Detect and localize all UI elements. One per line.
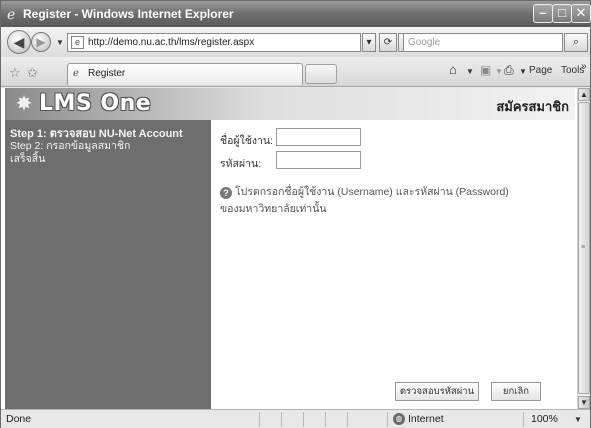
security-zone: Internet <box>408 413 444 425</box>
globe-icon: ◍ <box>393 413 405 425</box>
tab-label: Register <box>88 68 126 79</box>
status-text: Done <box>6 413 32 425</box>
help-icon: ? <box>220 187 232 199</box>
address-url[interactable]: http://demo.nu.ac.th/lms/register.aspx <box>88 37 254 48</box>
home-icon[interactable]: ⌂ <box>449 62 457 77</box>
vertical-scrollbar[interactable]: ▲ ≡ ▼ <box>577 88 590 409</box>
window-title: Register - Windows Internet Explorer <box>23 7 234 21</box>
zoom-dropdown-icon[interactable]: ▼ <box>574 415 582 424</box>
hint-text-line1: โปรดกรอกชื่อผู้ใช้งาน (Username) และรหัส… <box>235 186 509 198</box>
home-dropdown-icon[interactable]: ▼ <box>466 67 474 76</box>
browser-window: ℯ Register - Windows Internet Explorer –… <box>0 0 591 428</box>
print-dropdown-icon[interactable]: ▼ <box>519 67 527 76</box>
refresh-button[interactable]: ⟳ <box>379 33 397 52</box>
scroll-grip-icon: ≡ <box>581 244 586 251</box>
scroll-thumb[interactable]: ≡ <box>578 102 590 394</box>
back-arrow-icon: ◀ <box>13 34 25 50</box>
back-button[interactable]: ◀ <box>7 30 31 54</box>
feeds-dropdown-icon[interactable]: ▼ <box>495 67 503 76</box>
status-divider <box>281 412 282 427</box>
step-3-label: เสร็จสิ้น <box>10 153 46 165</box>
page-title: สมัครสมาชิก <box>496 99 569 114</box>
hint-text-line2: ของมหาวิทยาลัยเท่านั้น <box>220 203 327 215</box>
forward-arrow-icon: ▶ <box>36 35 46 49</box>
new-tab-button[interactable] <box>305 64 337 84</box>
search-icon: ⌕ <box>572 36 580 48</box>
address-bar[interactable]: e http://demo.nu.ac.th/lms/register.aspx <box>67 33 361 52</box>
steps-sidebar: Step 1: ตรวจสอบ NU-Net Account Step 2: ก… <box>5 120 211 409</box>
page-menu-button[interactable]: Page <box>529 65 552 76</box>
print-icon[interactable]: ⎙ <box>504 63 514 78</box>
site-banner: ✸ LMS One สมัครสมาชิก <box>5 88 575 120</box>
status-divider <box>303 412 304 427</box>
status-bar: Done ◍ Internet 100% ▼ <box>1 409 590 428</box>
address-row: ◀ ▶ ▼ e http://demo.nu.ac.th/lms/registe… <box>1 27 590 57</box>
scroll-down-button[interactable]: ▼ <box>578 396 590 409</box>
address-dropdown-button[interactable]: ▾ <box>362 33 376 52</box>
username-label: ชื่อผู้ใช้งาน: <box>220 135 273 147</box>
minimize-button[interactable]: – <box>533 4 553 23</box>
refresh-icon: ⟳ <box>383 37 393 48</box>
tab-register[interactable]: ℯ Register <box>67 63 303 85</box>
scroll-up-button[interactable]: ▲ <box>578 88 590 101</box>
close-button[interactable]: ✕ <box>571 4 591 23</box>
page-content: ✸ LMS One สมัครสมาชิก Step 1: ตรวจสอบ NU… <box>1 88 577 409</box>
username-field[interactable] <box>276 128 361 146</box>
login-form: ชื่อผู้ใช้งาน: รหัสผ่าน: ? โปรดกรอกชื่อผ… <box>211 120 575 409</box>
cancel-button[interactable]: ยกเลิก <box>491 382 541 401</box>
history-dropdown-icon[interactable]: ▼ <box>56 38 64 47</box>
password-field[interactable] <box>276 151 361 169</box>
logo-star-icon: ✸ <box>15 93 33 115</box>
ie-icon: ℯ <box>7 6 16 22</box>
status-divider <box>387 412 388 427</box>
forward-button[interactable]: ▶ <box>31 32 51 52</box>
site-logo: LMS One <box>39 91 152 116</box>
feeds-icon[interactable]: ▣ <box>480 63 491 77</box>
command-bar: ☆ ✩ ℯ Register ⌂ ▼ ▣ ▼ ⎙ ▼ Page Tools » <box>1 57 590 87</box>
password-label: รหัสผ่าน: <box>220 158 262 170</box>
more-commands-icon[interactable]: » <box>581 61 587 72</box>
title-bar: ℯ Register - Windows Internet Explorer –… <box>1 1 591 27</box>
search-placeholder: Google <box>408 37 441 48</box>
maximize-button[interactable]: □ <box>552 4 572 23</box>
status-divider <box>325 412 326 427</box>
favorites-star-icon[interactable]: ☆ <box>9 65 21 81</box>
chevron-down-icon: ▾ <box>366 37 372 48</box>
verify-password-button[interactable]: ตรวจสอบรหัสผ่าน <box>395 382 479 401</box>
add-favorites-icon[interactable]: ✩ <box>27 65 38 81</box>
zoom-level-button[interactable]: 100% <box>531 413 558 425</box>
status-divider <box>347 412 348 427</box>
ie-tab-icon: ℯ <box>73 68 79 79</box>
status-divider <box>259 412 260 427</box>
status-divider <box>523 412 524 427</box>
page-icon: e <box>71 36 84 49</box>
search-input[interactable]: Google <box>403 33 563 52</box>
search-button[interactable]: ⌕ <box>564 33 588 52</box>
